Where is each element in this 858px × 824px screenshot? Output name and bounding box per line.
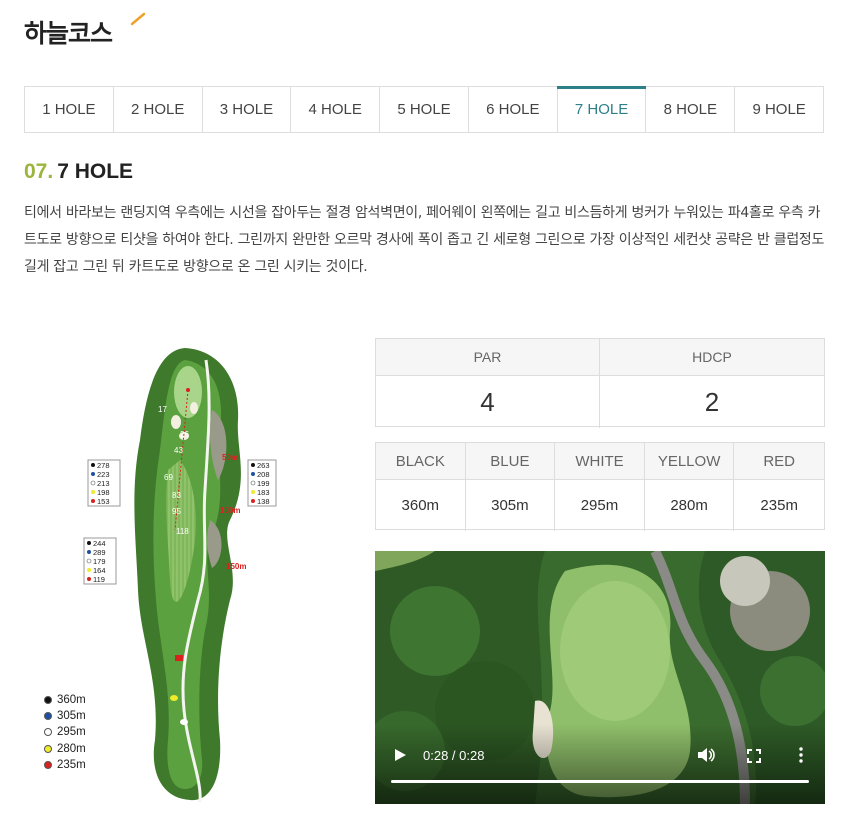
- tee-header-black: BLACK: [376, 443, 466, 480]
- black-tee-dot: [44, 696, 52, 705]
- tab-hole-9[interactable]: 9 HOLE: [735, 87, 823, 132]
- hole-map: 17 26 43 69 83 95 118 50m 100m 150m 278 …: [83, 348, 277, 803]
- hole-tabs: 1 HOLE 2 HOLE 3 HOLE 4 HOLE 5 HOLE 6 HOL…: [24, 86, 824, 133]
- legend-row-red: 235m: [44, 757, 86, 773]
- tee-distance-black: 360m: [376, 480, 466, 531]
- map-distance-150m: 150m: [226, 562, 246, 571]
- course-title: 하늘코스: [24, 19, 113, 48]
- right-box-yellow: 183: [257, 488, 270, 497]
- map-marker-43: 43: [174, 446, 183, 455]
- map-marker-118: 118: [176, 527, 189, 536]
- tee-header-blue: BLUE: [465, 443, 556, 480]
- legend-row-black: 360m: [44, 692, 86, 708]
- left-box-1-black: 278: [97, 461, 110, 470]
- right-box-black: 263: [257, 461, 270, 470]
- tab-hole-1[interactable]: 1 HOLE: [25, 87, 114, 132]
- tab-hole-6[interactable]: 6 HOLE: [469, 87, 558, 132]
- blue-tee-dot: [44, 712, 52, 721]
- legend-label: 295m: [57, 726, 86, 739]
- more-options-icon[interactable]: [795, 747, 807, 763]
- legend-label: 305m: [57, 710, 86, 723]
- hdcp-header: HDCP: [600, 339, 824, 376]
- tee-distance-yellow: 280m: [645, 480, 735, 531]
- hole-number: 07.: [24, 160, 54, 183]
- tab-hole-4[interactable]: 4 HOLE: [291, 87, 381, 132]
- map-marker-95: 95: [172, 507, 181, 516]
- hole-video-player[interactable]: 0:28 / 0:28: [375, 551, 825, 804]
- play-icon[interactable]: [393, 748, 407, 762]
- left-box-2-red: 119: [93, 575, 105, 584]
- par-hdcp-table: PAR HDCP 4 2: [375, 338, 825, 428]
- tee-header-white: WHITE: [555, 443, 645, 480]
- tee-distance-white: 295m: [555, 480, 645, 531]
- tab-hole-2[interactable]: 2 HOLE: [114, 87, 203, 132]
- yellow-tee-dot: [44, 744, 52, 753]
- left-box-1-blue: 223: [97, 470, 110, 479]
- left-box-1-red: 153: [97, 497, 110, 506]
- map-distance-100m: 100m: [220, 506, 240, 515]
- left-box-2-blue: 289: [93, 548, 106, 557]
- tee-distance-table: BLACK BLUE WHITE YELLOW RED 360m 305m 29…: [375, 442, 825, 531]
- fullscreen-icon[interactable]: [747, 749, 761, 763]
- right-box-white: 199: [257, 479, 270, 488]
- hole-description: 티에서 바라보는 랜딩지역 우측에는 시선을 잡아두는 절경 암석벽면이, 페어…: [24, 205, 825, 275]
- tee-header-red: RED: [734, 443, 824, 480]
- hdcp-value: 2: [704, 386, 720, 417]
- par-value: 4: [376, 376, 600, 428]
- tee-distance-red: 235m: [760, 497, 798, 514]
- tee-distance-blue: 305m: [466, 480, 556, 531]
- hole-heading: 07. 7 HOLE: [24, 160, 133, 184]
- legend-row-blue: 305m: [44, 708, 86, 724]
- tab-hole-5[interactable]: 5 HOLE: [380, 87, 469, 132]
- white-tee-dot: [44, 728, 52, 737]
- legend-row-white: 295m: [44, 724, 86, 740]
- video-controls-overlay: [375, 724, 825, 804]
- legend-label: 280m: [57, 742, 86, 755]
- video-time: 0:28 / 0:28: [423, 748, 485, 763]
- legend-row-yellow: 280m: [44, 741, 86, 757]
- tee-header-yellow: YELLOW: [644, 443, 735, 480]
- map-marker-83: 83: [172, 491, 181, 500]
- tab-hole-3[interactable]: 3 HOLE: [203, 87, 292, 132]
- tee-legend: 360m 305m 295m 280m 235m: [44, 692, 86, 773]
- volume-icon[interactable]: [697, 747, 715, 763]
- tab-hole-8[interactable]: 8 HOLE: [646, 87, 736, 132]
- map-marker-69: 69: [164, 473, 173, 482]
- red-tee-dot: [44, 760, 52, 769]
- left-box-1-yellow: 198: [97, 488, 110, 497]
- left-box-2-white: 179: [93, 557, 106, 566]
- left-box-1-white: 213: [97, 479, 110, 488]
- left-box-2-black: 244: [93, 539, 106, 548]
- legend-label: 235m: [57, 758, 86, 771]
- right-box-red: 138: [257, 497, 270, 506]
- map-marker-17: 17: [158, 405, 167, 414]
- video-progress-bar[interactable]: [391, 780, 809, 783]
- map-marker-26: 26: [180, 430, 189, 439]
- map-distance-50m: 50m: [222, 453, 238, 462]
- left-box-2-yellow: 164: [93, 566, 106, 575]
- title-accent-mark: [130, 12, 146, 26]
- par-header: PAR: [376, 339, 600, 376]
- legend-label: 360m: [57, 694, 86, 707]
- tab-hole-7[interactable]: 7 HOLE: [556, 86, 647, 132]
- right-box-blue: 208: [257, 470, 270, 479]
- hole-name: 7 HOLE: [57, 160, 134, 183]
